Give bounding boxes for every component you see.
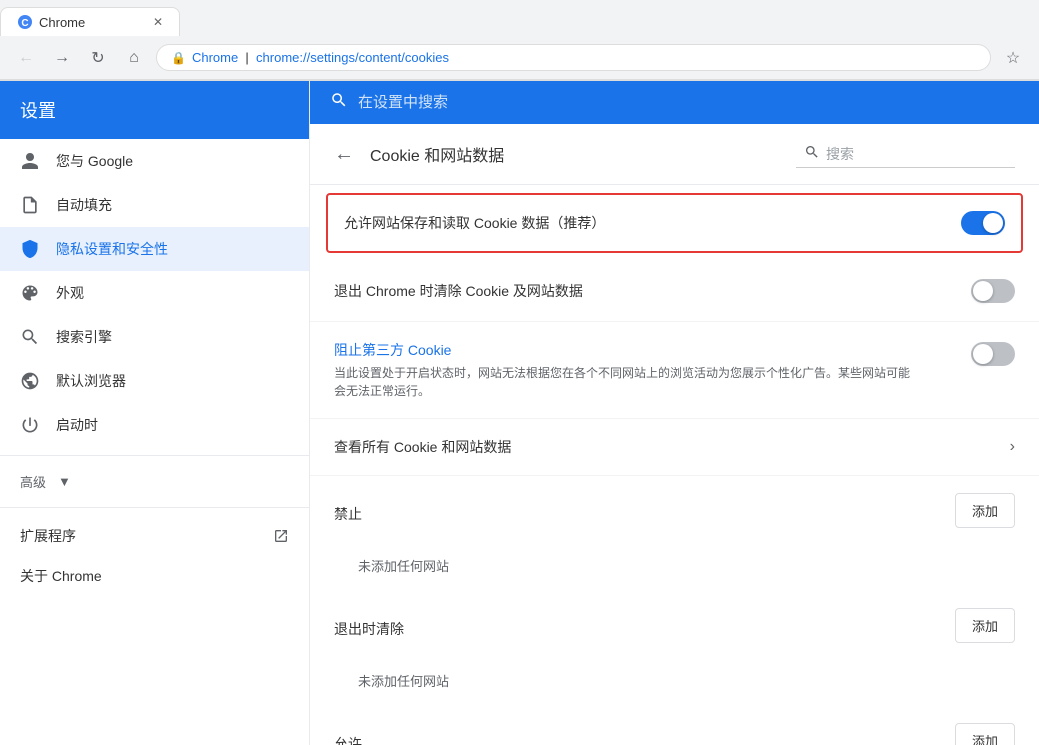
page-title: Cookie 和网站数据 (370, 142, 796, 166)
search-icon (20, 327, 40, 347)
home-button[interactable]: ⌂ (120, 44, 148, 72)
browser-chrome: C Chrome ✕ ← → ↻ ⌂ 🔒 Chrome | chrome://s… (0, 0, 1039, 81)
block-third-party-desc: 当此设置处于开启状态时，网站无法根据您在各个不同网站上的浏览活动为您展示个性化广… (334, 364, 914, 400)
sidebar-item-search-label: 搜索引擎 (56, 327, 112, 347)
allow-section-header: 允许 添加 (310, 706, 1039, 745)
sidebar-item-search[interactable]: 搜索引擎 (0, 315, 309, 359)
page-back-button[interactable]: ← (334, 143, 354, 166)
see-all-cookies-setting[interactable]: 查看所有 Cookie 和网站数据 › (310, 419, 1039, 476)
page-search-box[interactable] (796, 140, 1015, 168)
reload-button[interactable]: ↻ (84, 44, 112, 72)
clear-on-exit-text: 退出 Chrome 时清除 Cookie 及网站数据 (334, 281, 955, 301)
sidebar-item-browser[interactable]: 默认浏览器 (0, 359, 309, 403)
tab-title: Chrome (39, 15, 85, 30)
arrow-right-icon: › (1010, 438, 1015, 456)
palette-icon (20, 283, 40, 303)
toggle-knob (983, 213, 1003, 233)
extensions-label: 扩展程序 (20, 526, 76, 546)
shield-icon (20, 239, 40, 259)
settings-search-bar (310, 81, 1039, 124)
about-label: 关于 Chrome (20, 566, 102, 586)
see-all-cookies-arrow: › (1010, 438, 1015, 456)
block-third-party-setting[interactable]: 阻止第三方 Cookie 当此设置处于开启状态时，网站无法根据您在各个不同网站上… (310, 322, 1039, 419)
address-url: chrome://settings/content/cookies (256, 50, 449, 65)
page-search-icon (804, 144, 820, 163)
see-all-cookies-title: 查看所有 Cookie 和网站数据 (334, 437, 994, 457)
address-prefix: Chrome (192, 50, 238, 65)
sidebar-item-about[interactable]: 关于 Chrome (0, 556, 309, 596)
sidebar-divider (0, 455, 309, 456)
see-all-cookies-text: 查看所有 Cookie 和网站数据 (334, 437, 994, 457)
tab-bar: C Chrome ✕ (0, 0, 1039, 36)
svg-text:C: C (21, 18, 28, 29)
allow-cookies-title: 允许网站保存和读取 Cookie 数据（推荐） (344, 213, 945, 233)
back-button[interactable]: ← (12, 44, 40, 72)
block-add-button[interactable]: 添加 (955, 493, 1015, 528)
allow-section-title: 允许 (334, 718, 955, 745)
block-empty-text: 未添加任何网站 (310, 544, 1039, 591)
advanced-label: 高级 (20, 472, 46, 491)
toggle-allow-cookies[interactable] (961, 211, 1005, 235)
power-icon (20, 415, 40, 435)
sidebar-item-startup[interactable]: 启动时 (0, 403, 309, 447)
toggle-knob-2 (973, 281, 993, 301)
lock-icon: 🔒 (171, 51, 186, 65)
toggle-knob-3 (973, 344, 993, 364)
sidebar-item-extensions[interactable]: 扩展程序 (0, 516, 309, 556)
clear-on-exit-empty-text: 未添加任何网站 (310, 659, 1039, 706)
page-header: ← Cookie 和网站数据 (310, 124, 1039, 185)
sidebar-item-google[interactable]: 您与 Google (0, 139, 309, 183)
search-bar-icon (330, 91, 348, 114)
sidebar-item-privacy-label: 隐私设置和安全性 (56, 239, 168, 259)
main-content: ← Cookie 和网站数据 允许网站保存和读取 Cookie 数据（推荐） (310, 81, 1039, 745)
sidebar-title: 设置 (20, 97, 289, 123)
clear-on-exit-setting[interactable]: 退出 Chrome 时清除 Cookie 及网站数据 (310, 261, 1039, 322)
toggle-block-third-party[interactable] (971, 342, 1015, 366)
block-third-party-title: 阻止第三方 Cookie (334, 340, 955, 360)
sidebar: 设置 您与 Google 自动填充 隐私设置和安全性 外观 (0, 81, 310, 745)
sidebar-divider-2 (0, 507, 309, 508)
browser-icon (20, 371, 40, 391)
clear-on-exit-add-button[interactable]: 添加 (955, 608, 1015, 643)
allow-cookies-row: 允许网站保存和读取 Cookie 数据（推荐） (328, 195, 1021, 251)
sidebar-header: 设置 (0, 81, 309, 139)
external-link-icon (273, 528, 289, 544)
allow-cookies-setting[interactable]: 允许网站保存和读取 Cookie 数据（推荐） (326, 193, 1023, 253)
sidebar-item-autofill[interactable]: 自动填充 (0, 183, 309, 227)
block-third-party-toggle[interactable] (971, 342, 1015, 366)
forward-button[interactable]: → (48, 44, 76, 72)
sidebar-item-startup-label: 启动时 (56, 415, 98, 435)
block-third-party-text: 阻止第三方 Cookie 当此设置处于开启状态时，网站无法根据您在各个不同网站上… (334, 340, 955, 400)
bookmark-button[interactable]: ☆ (999, 44, 1027, 72)
tab-close-button[interactable]: ✕ (153, 15, 163, 29)
settings-search-input[interactable] (358, 94, 1019, 111)
allow-cookies-text: 允许网站保存和读取 Cookie 数据（推荐） (344, 213, 945, 233)
clear-on-exit-title: 退出 Chrome 时清除 Cookie 及网站数据 (334, 281, 955, 301)
toggle-clear-on-exit[interactable] (971, 279, 1015, 303)
sidebar-item-privacy[interactable]: 隐私设置和安全性 (0, 227, 309, 271)
clear-on-exit-section-header: 退出时清除 添加 (310, 591, 1039, 659)
clear-on-exit-section-title: 退出时清除 (334, 603, 955, 647)
sidebar-item-google-label: 您与 Google (56, 151, 133, 171)
page-search-input[interactable] (826, 146, 1007, 162)
active-tab[interactable]: C Chrome ✕ (0, 7, 180, 36)
sidebar-item-appearance-label: 外观 (56, 283, 84, 303)
address-bar[interactable]: 🔒 Chrome | chrome://settings/content/coo… (156, 44, 991, 71)
settings-page: 设置 您与 Google 自动填充 隐私设置和安全性 外观 (0, 81, 1039, 745)
sidebar-item-browser-label: 默认浏览器 (56, 371, 126, 391)
sidebar-item-appearance[interactable]: 外观 (0, 271, 309, 315)
sidebar-item-autofill-label: 自动填充 (56, 195, 112, 215)
allow-add-button[interactable]: 添加 (955, 723, 1015, 745)
allow-cookies-toggle[interactable] (961, 211, 1005, 235)
person-icon (20, 151, 40, 171)
clear-on-exit-toggle[interactable] (971, 279, 1015, 303)
address-text: Chrome | chrome://settings/content/cooki… (192, 50, 449, 65)
chevron-down-icon: ▼ (58, 474, 71, 489)
block-section-header: 禁止 添加 (310, 476, 1039, 544)
sidebar-advanced[interactable]: 高级 ▼ (0, 464, 309, 499)
tab-favicon: C (17, 14, 33, 30)
block-section-title: 禁止 (334, 488, 955, 532)
description-icon (20, 195, 40, 215)
nav-bar: ← → ↻ ⌂ 🔒 Chrome | chrome://settings/con… (0, 36, 1039, 80)
